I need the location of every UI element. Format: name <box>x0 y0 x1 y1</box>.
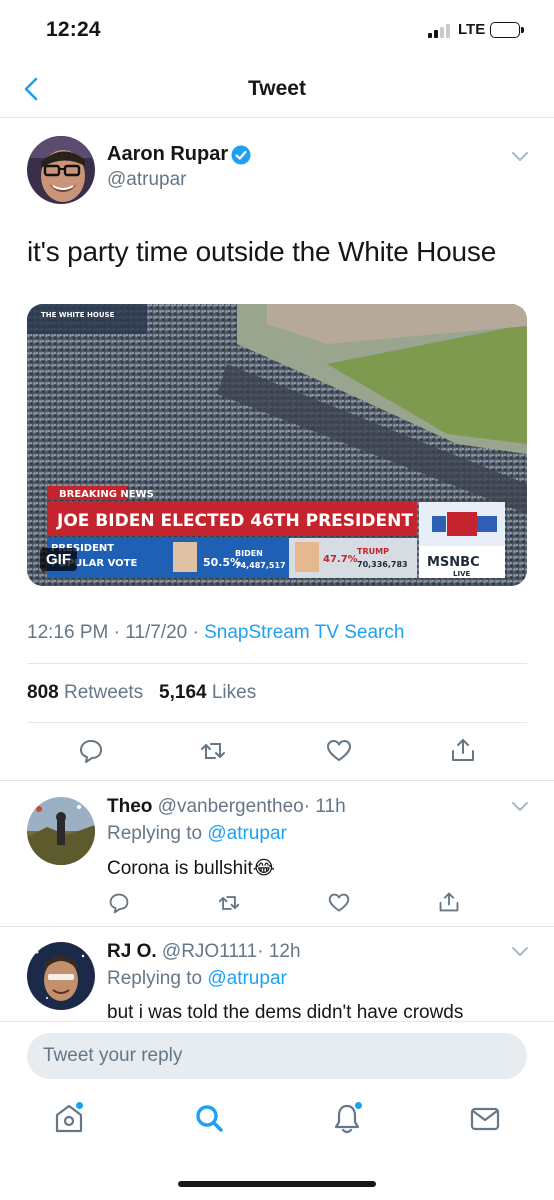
signal-icon <box>428 24 454 38</box>
trump-votes: 70,336,783 <box>357 560 408 569</box>
divider <box>0 780 554 781</box>
tweet-date: 11/7/20 <box>125 622 188 643</box>
trump-name: TRUMP <box>357 547 389 556</box>
reply-time: · 11h <box>303 796 346 817</box>
breaking-label: BREAKING NEWS <box>59 489 154 500</box>
network-logo: MSNBC <box>427 555 480 570</box>
gif-badge: GIF <box>40 548 77 571</box>
network-label: LTE <box>458 21 486 38</box>
replying-prefix: Replying to <box>107 823 203 844</box>
reply-composer[interactable] <box>27 1033 527 1079</box>
like-icon[interactable] <box>328 892 350 914</box>
divider <box>0 1021 554 1022</box>
divider <box>27 722 527 723</box>
reply-author-name: RJ O. <box>107 941 157 962</box>
reply-input[interactable] <box>43 1033 503 1079</box>
reply-icon[interactable] <box>108 892 130 914</box>
replying-prefix: Replying to <box>107 968 203 989</box>
battery-icon <box>490 22 524 38</box>
retweet-count: 808 <box>27 682 59 703</box>
media-top-label: THE WHITE HOUSE <box>41 311 115 319</box>
home-notification-dot <box>76 1102 83 1109</box>
share-icon[interactable] <box>450 737 476 763</box>
reply-time: · 12h <box>257 941 301 962</box>
tweet-timestamp: 12:16 PM · 11/7/20 · SnapStream TV Searc… <box>27 622 405 643</box>
page-title: Tweet <box>248 77 306 100</box>
reply-author-handle: @RJO1111 <box>161 941 258 962</box>
chevron-down-icon[interactable] <box>510 150 530 164</box>
reply-author[interactable]: RJ O. @RJO1111· 12h <box>107 941 301 963</box>
author-handle[interactable]: @atrupar <box>107 169 187 191</box>
reply-avatar[interactable] <box>27 942 95 1010</box>
reply-text: Corona is bullshit😂 <box>107 858 275 879</box>
divider <box>0 926 554 927</box>
reply-author-handle: @vanbergentheo <box>157 796 304 817</box>
chevron-down-icon[interactable] <box>510 800 530 814</box>
tweet-stats: 808 Retweets 5,164 Likes <box>27 682 256 704</box>
retweet-label: Retweets <box>63 682 144 703</box>
author-name[interactable]: Aaron Rupar <box>107 143 228 166</box>
author-avatar[interactable] <box>27 136 95 204</box>
divider <box>27 663 527 664</box>
biden-name: BIDEN <box>235 549 263 558</box>
retweet-icon[interactable] <box>200 738 226 764</box>
replying-to: Replying to @atrupar <box>107 968 287 990</box>
retweet-icon[interactable] <box>218 892 240 914</box>
news-headline: JOE BIDEN ELECTED 46TH PRESIDENT <box>56 511 413 531</box>
chevron-down-icon[interactable] <box>510 945 530 959</box>
tweet-media-gif[interactable]: THE WHITE HOUSE BREAKING NEWS JOE BIDEN … <box>27 304 527 586</box>
tweet-text: it's party time outside the White House <box>27 236 497 267</box>
replying-to: Replying to @atrupar <box>107 823 287 845</box>
replying-to-link[interactable]: @atrupar <box>207 968 287 989</box>
like-icon[interactable] <box>326 738 352 764</box>
trump-pct: 47.7% <box>323 554 358 565</box>
nav-bar: Tweet <box>0 60 554 118</box>
status-bar: 12:24 LTE <box>0 0 554 60</box>
replying-to-link[interactable]: @atrupar <box>207 823 287 844</box>
messages-envelope-icon[interactable] <box>468 1100 502 1136</box>
like-count: 5,164 <box>159 682 207 703</box>
reply-avatar[interactable] <box>27 797 95 865</box>
tweet-time: 12:16 PM <box>27 622 109 643</box>
live-label: LIVE <box>453 570 470 578</box>
share-icon[interactable] <box>438 891 460 913</box>
search-icon[interactable] <box>192 1100 226 1136</box>
status-time: 12:24 <box>46 18 101 41</box>
notifications-dot <box>355 1102 362 1109</box>
reply-icon[interactable] <box>78 738 104 764</box>
reply-author-name: Theo <box>107 796 153 817</box>
likes-stat[interactable]: 5,164 Likes <box>159 682 256 703</box>
like-label: Likes <box>211 682 257 703</box>
home-indicator <box>178 1181 376 1187</box>
retweets-stat[interactable]: 808 Retweets <box>27 682 143 703</box>
verified-badge-icon <box>231 145 251 165</box>
reply-author[interactable]: Theo @vanbergentheo· 11h <box>107 796 346 818</box>
biden-votes: 74,487,517 <box>235 561 286 570</box>
tweet-source-link[interactable]: SnapStream TV Search <box>204 622 404 643</box>
